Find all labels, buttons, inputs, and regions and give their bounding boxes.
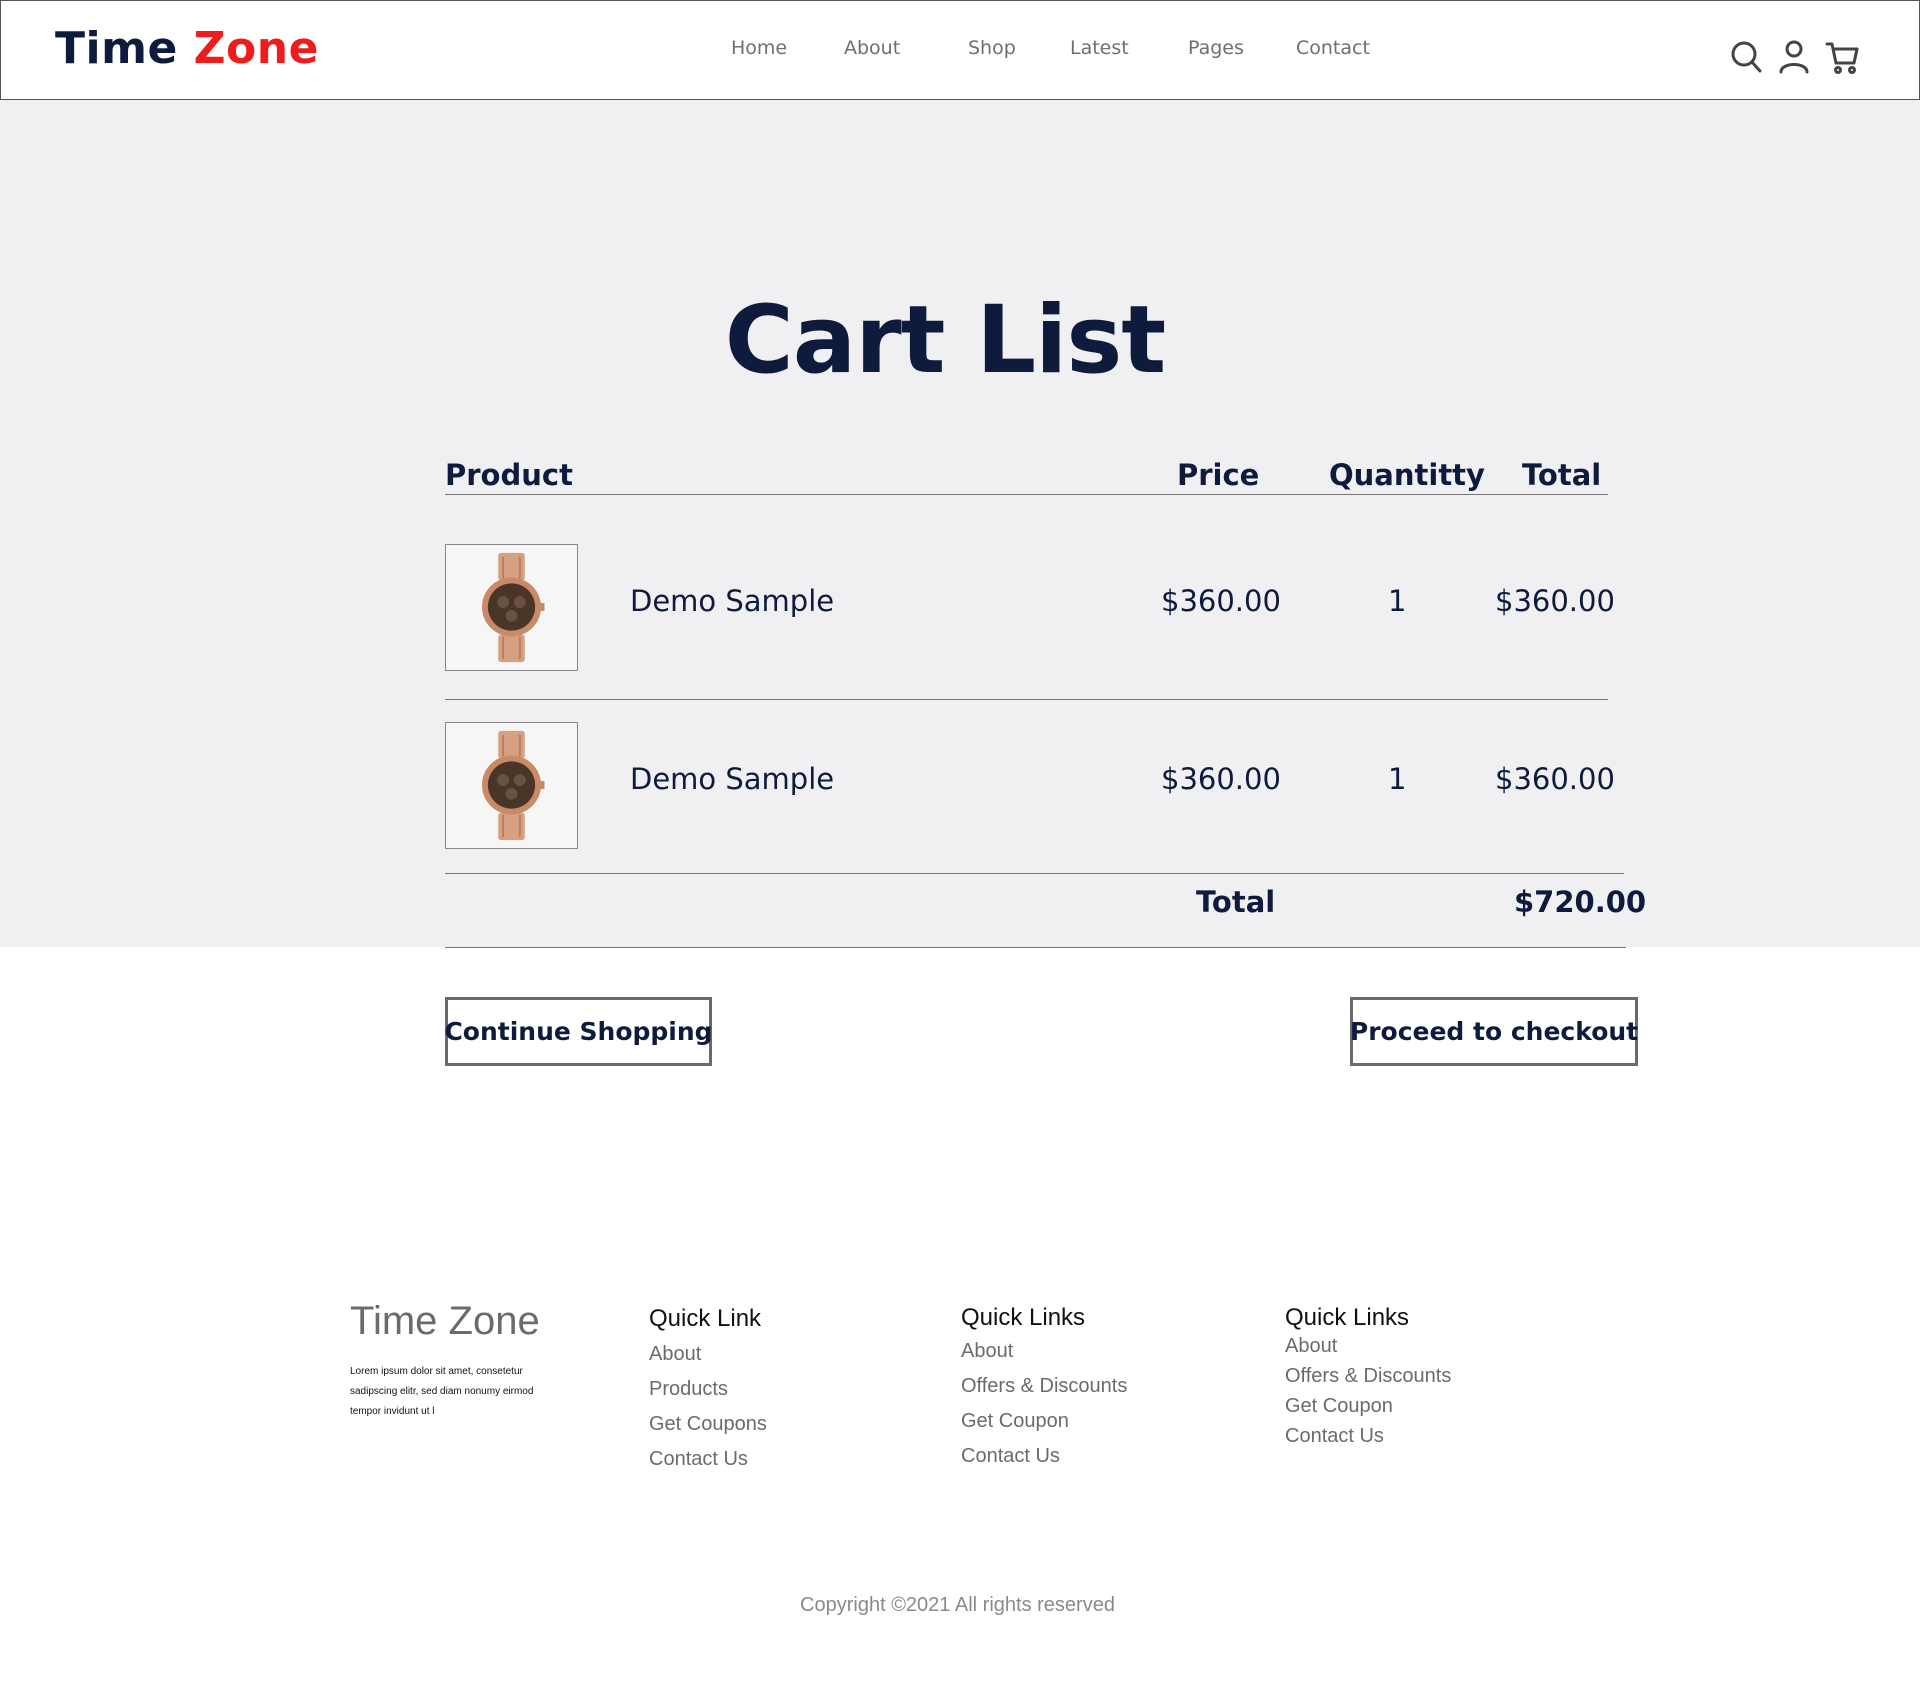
nav-shop[interactable]: Shop <box>968 37 1016 59</box>
product-thumbnail[interactable] <box>445 544 578 671</box>
footer-column-title: Quick Links <box>1285 1304 1410 1331</box>
cart-total-value: $720.00 <box>1514 885 1647 919</box>
cart-total-label: Total <box>1196 885 1276 919</box>
header-actions <box>1729 39 1859 75</box>
footer-link-get-coupon[interactable]: Get Coupon <box>961 1410 1127 1433</box>
footer-description: Lorem ipsum dolor sit amet, consetetur s… <box>350 1366 534 1417</box>
footer-column-quick-links: Quick Links About Offers & Discounts Get… <box>961 1304 1127 1468</box>
footer-column-title: Quick Links <box>961 1304 1086 1331</box>
product-thumbnail[interactable] <box>445 722 578 849</box>
page-title: Cart List <box>724 286 1166 395</box>
column-header-product: Product <box>445 458 573 492</box>
product-line-total: $360.00 <box>1495 584 1615 618</box>
footer-column-title: Quick Link <box>649 1305 762 1332</box>
column-header-total: Total <box>1522 458 1602 492</box>
product-quantity[interactable]: 1 <box>1388 584 1406 618</box>
user-icon[interactable] <box>1777 39 1811 75</box>
footer-column-quick-link: Quick Link About Products Get Coupons Co… <box>649 1305 767 1471</box>
product-name[interactable]: Demo Sample <box>630 762 834 796</box>
footer-column-quick-links-2: Quick Links About Offers & Discounts Get… <box>1285 1304 1451 1448</box>
column-header-quantity: Quantitty <box>1329 458 1485 492</box>
nav-contact[interactable]: Contact <box>1296 37 1370 59</box>
site-header: Time Zone Home About Shop Latest Pages C… <box>0 0 1920 100</box>
product-quantity[interactable]: 1 <box>1388 762 1406 796</box>
nav-home[interactable]: Home <box>731 37 787 59</box>
cart-icon[interactable] <box>1825 39 1859 75</box>
nav-pages[interactable]: Pages <box>1188 37 1244 59</box>
product-price: $360.00 <box>1161 762 1281 796</box>
row-divider <box>445 699 1608 700</box>
footer-link-about[interactable]: About <box>961 1340 1127 1363</box>
total-divider <box>445 947 1626 948</box>
cart-section <box>0 100 1920 947</box>
search-icon[interactable] <box>1729 39 1763 75</box>
header-divider <box>445 494 1608 495</box>
footer-link-about[interactable]: About <box>1285 1335 1451 1358</box>
footer-link-about[interactable]: About <box>649 1343 767 1366</box>
footer-link-offers-discounts[interactable]: Offers & Discounts <box>1285 1365 1451 1388</box>
footer-link-contact-us[interactable]: Contact Us <box>961 1445 1127 1468</box>
footer-link-get-coupon[interactable]: Get Coupon <box>1285 1395 1451 1418</box>
proceed-to-checkout-button[interactable]: Proceed to checkout <box>1350 997 1638 1066</box>
watch-image <box>446 723 577 848</box>
footer-link-offers-discounts[interactable]: Offers & Discounts <box>961 1375 1127 1398</box>
main-nav: Home About Shop Latest Pages Contact <box>1 37 1919 67</box>
row-divider <box>445 873 1624 874</box>
footer-link-products[interactable]: Products <box>649 1378 767 1401</box>
copyright-text: Copyright ©2021 All rights reserved <box>800 1594 1115 1616</box>
continue-shopping-button[interactable]: Continue Shopping <box>444 997 713 1066</box>
nav-latest[interactable]: Latest <box>1070 37 1129 59</box>
column-header-price: Price <box>1177 458 1260 492</box>
product-name[interactable]: Demo Sample <box>630 584 834 618</box>
watch-image <box>446 545 577 670</box>
nav-about[interactable]: About <box>844 37 900 59</box>
footer-brand: Time Zone <box>350 1299 540 1343</box>
footer-link-contact-us[interactable]: Contact Us <box>649 1448 767 1471</box>
footer-link-contact-us[interactable]: Contact Us <box>1285 1425 1451 1448</box>
footer-link-get-coupons[interactable]: Get Coupons <box>649 1413 767 1436</box>
product-line-total: $360.00 <box>1495 762 1615 796</box>
product-price: $360.00 <box>1161 584 1281 618</box>
